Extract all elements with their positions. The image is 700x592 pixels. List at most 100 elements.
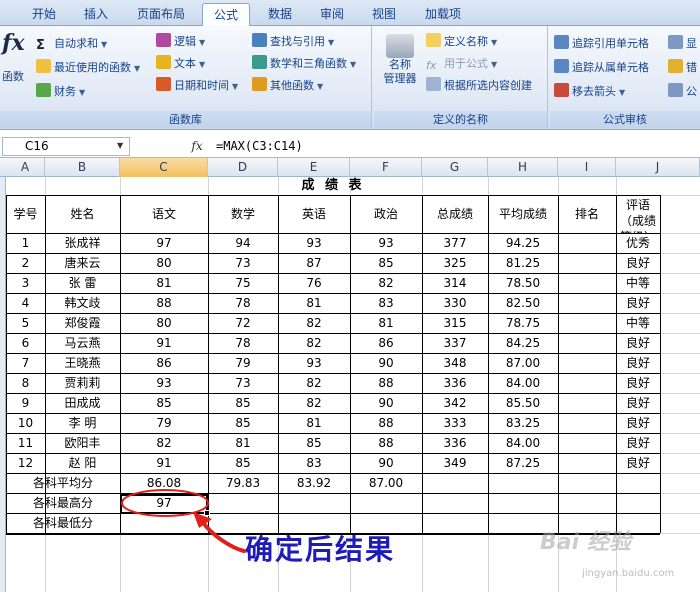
table-cell[interactable]: 93 [278, 353, 350, 373]
name-box-dropdown-icon[interactable]: ▼ [117, 141, 123, 150]
table-cell[interactable]: 80 [120, 313, 208, 333]
table-cell[interactable]: 5 [6, 313, 45, 333]
error-checking-button[interactable]: 错 [668, 58, 697, 78]
column-header-j[interactable]: J [616, 158, 700, 177]
table-cell[interactable]: 韩文歧 [45, 293, 120, 313]
table-cell[interactable]: 良好 [616, 393, 660, 413]
table-cell[interactable]: 82 [278, 393, 350, 413]
table-cell[interactable]: 6 [6, 333, 45, 353]
table-cell[interactable]: 83.25 [488, 413, 558, 433]
other-functions-button[interactable]: 其他函数 ▼ [252, 76, 323, 96]
table-cell[interactable]: 315 [422, 313, 488, 333]
column-header-e[interactable]: E [278, 158, 350, 177]
min-label-cell[interactable]: 各科最低分 [6, 513, 120, 533]
table-cell[interactable]: 78.50 [488, 273, 558, 293]
table-cell[interactable]: 87 [278, 253, 350, 273]
table-cell[interactable]: 90 [350, 353, 422, 373]
table-cell[interactable]: 85 [350, 253, 422, 273]
table-cell[interactable]: 郑俊霞 [45, 313, 120, 333]
name-box[interactable]: C16 [2, 137, 130, 156]
table-cell[interactable] [558, 293, 616, 313]
use-in-formula-button[interactable]: fx 用于公式 ▼ [426, 54, 497, 74]
header-cell[interactable]: 英语 [278, 195, 350, 233]
table-cell[interactable]: 88 [120, 293, 208, 313]
table-cell[interactable]: 94 [208, 233, 278, 253]
tab-page-layout[interactable]: 页面布局 [128, 3, 194, 26]
header-cell[interactable]: 语文 [120, 195, 208, 233]
table-cell[interactable]: 87.25 [488, 453, 558, 473]
table-cell[interactable]: 86 [350, 333, 422, 353]
table-cell[interactable]: 336 [422, 433, 488, 453]
avg-label-cell[interactable]: 各科平均分 [6, 473, 120, 493]
header-cell[interactable]: 排名 [558, 195, 616, 233]
tab-insert[interactable]: 插入 [74, 3, 118, 26]
table-cell[interactable]: 88 [350, 373, 422, 393]
datetime-button[interactable]: 日期和时间 ▼ [156, 76, 238, 96]
table-cell[interactable]: 田成成 [45, 393, 120, 413]
evaluate-formula-button[interactable]: 公 [668, 82, 697, 102]
formula-input[interactable]: =MAX(C3:C14) [216, 137, 303, 156]
table-cell[interactable]: 82 [350, 273, 422, 293]
table-cell[interactable]: 84.00 [488, 433, 558, 453]
table-cell[interactable]: 81 [120, 273, 208, 293]
column-header-d[interactable]: D [208, 158, 278, 177]
active-cell-c16[interactable] [120, 494, 208, 514]
column-header-h[interactable]: H [488, 158, 558, 177]
table-cell[interactable]: 88 [350, 413, 422, 433]
table-cell[interactable] [558, 433, 616, 453]
table-cell[interactable]: 10 [6, 413, 45, 433]
table-cell[interactable]: 75 [208, 273, 278, 293]
header-cell[interactable]: 总成绩 [422, 195, 488, 233]
insert-function-button[interactable]: fx 函数 [0, 30, 32, 90]
table-cell[interactable]: 337 [422, 333, 488, 353]
table-cell[interactable]: 张 雷 [45, 273, 120, 293]
table-cell[interactable]: 377 [422, 233, 488, 253]
avg-value-cell[interactable]: 83.92 [278, 473, 350, 493]
insert-function-fx-icon[interactable]: fx [186, 137, 208, 156]
column-header-g[interactable]: G [422, 158, 488, 177]
table-cell[interactable]: 85 [208, 453, 278, 473]
table-cell[interactable]: 91 [120, 453, 208, 473]
fill-handle[interactable] [204, 510, 210, 516]
tab-review[interactable]: 审阅 [310, 3, 354, 26]
header-cell[interactable]: 学号 [6, 195, 45, 233]
table-cell[interactable]: 90 [350, 453, 422, 473]
table-cell[interactable]: 73 [208, 253, 278, 273]
table-cell[interactable]: 78 [208, 293, 278, 313]
table-cell[interactable]: 91 [120, 333, 208, 353]
table-cell[interactable]: 93 [278, 233, 350, 253]
table-cell[interactable]: 张成祥 [45, 233, 120, 253]
table-cell[interactable]: 贾莉莉 [45, 373, 120, 393]
table-cell[interactable]: 314 [422, 273, 488, 293]
table-cell[interactable]: 330 [422, 293, 488, 313]
table-title-cell[interactable]: 成 绩 表 [6, 177, 660, 195]
avg-value-cell[interactable]: 87.00 [350, 473, 422, 493]
table-cell[interactable]: 88 [350, 433, 422, 453]
table-cell[interactable]: 84.00 [488, 373, 558, 393]
column-header-a[interactable]: A [6, 158, 45, 177]
table-cell[interactable]: 349 [422, 453, 488, 473]
table-cell[interactable] [558, 453, 616, 473]
table-cell[interactable]: 342 [422, 393, 488, 413]
tab-home[interactable]: 开始 [22, 3, 66, 26]
table-cell[interactable]: 良好 [616, 293, 660, 313]
table-cell[interactable] [558, 273, 616, 293]
table-cell[interactable]: 良好 [616, 353, 660, 373]
autosum-button[interactable]: Σ 自动求和 ▼ [36, 34, 107, 54]
max-label-cell[interactable]: 各科最高分 [6, 493, 120, 513]
header-cell[interactable]: 数学 [208, 195, 278, 233]
table-cell[interactable]: 83 [278, 453, 350, 473]
create-from-selection-button[interactable]: 根据所选内容创建 [426, 76, 532, 96]
tab-addins[interactable]: 加载项 [414, 3, 472, 26]
table-cell[interactable]: 3 [6, 273, 45, 293]
table-cell[interactable]: 94.25 [488, 233, 558, 253]
tab-view[interactable]: 视图 [362, 3, 406, 26]
table-cell[interactable]: 81 [278, 293, 350, 313]
table-cell[interactable]: 82.50 [488, 293, 558, 313]
remove-arrows-button[interactable]: 移去箭头 ▼ [554, 82, 625, 102]
table-cell[interactable]: 84.25 [488, 333, 558, 353]
table-cell[interactable]: 优秀 [616, 233, 660, 253]
table-cell[interactable]: 72 [208, 313, 278, 333]
table-cell[interactable]: 良好 [616, 433, 660, 453]
table-cell[interactable]: 81 [278, 413, 350, 433]
